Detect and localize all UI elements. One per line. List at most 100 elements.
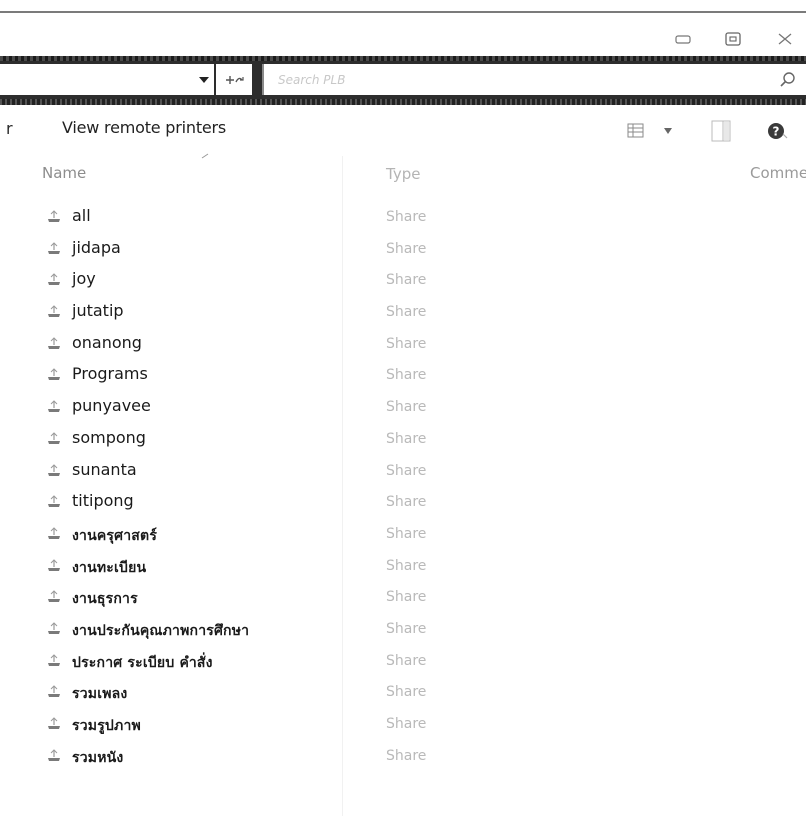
file-type: Share	[386, 272, 427, 289]
list-item[interactable]: รวมรูปภาพ Share	[0, 707, 806, 739]
shared-folder-icon	[48, 305, 60, 318]
file-type: Share	[386, 494, 427, 511]
file-type: Share	[386, 684, 427, 701]
help-button[interactable]: ?	[764, 119, 790, 143]
list-item[interactable]: jidapa Share	[0, 232, 806, 264]
shared-folder-icon	[48, 653, 60, 666]
shared-folder-icon	[48, 495, 60, 508]
close-icon	[778, 33, 792, 45]
sort-indicator-icon	[201, 153, 209, 159]
list-item[interactable]: onanong Share	[0, 327, 806, 359]
chevron-down-icon	[199, 76, 209, 83]
file-name: jidapa	[72, 237, 121, 257]
file-type: Share	[386, 620, 427, 637]
list-item[interactable]: รวมหนัง Share	[0, 739, 806, 771]
file-name: joy	[72, 269, 96, 289]
list-item[interactable]: Programs Share	[0, 358, 806, 390]
window-top-border	[0, 11, 806, 13]
file-name: punyavee	[72, 396, 151, 416]
shared-folder-icon	[48, 400, 60, 413]
minimize-button[interactable]	[668, 28, 698, 50]
search-input[interactable]	[278, 69, 748, 90]
toolbar-truncated-item[interactable]: r	[6, 119, 13, 138]
refresh-button[interactable]	[216, 64, 252, 95]
file-name: รวมหนัง	[72, 749, 124, 766]
file-name: งานธุรการ	[72, 591, 138, 608]
address-bar[interactable]	[0, 64, 214, 95]
file-type: Share	[386, 335, 427, 352]
file-name: งานประกันคุณภาพการศึกษา	[72, 622, 250, 639]
view-remote-printers-button[interactable]: View remote printers	[62, 118, 226, 137]
list-item[interactable]: sompong Share	[0, 422, 806, 454]
shared-folder-icon	[48, 527, 60, 539]
shared-folder-icon	[48, 368, 60, 381]
file-name: รวมเพลง	[72, 686, 128, 703]
shared-folder-icon	[48, 558, 60, 571]
shared-folder-icon	[48, 717, 60, 729]
file-type: Share	[386, 430, 427, 447]
file-type: Share	[386, 209, 427, 225]
file-type: Share	[386, 716, 427, 732]
maximize-button[interactable]	[718, 28, 748, 50]
column-header-name[interactable]: Name	[42, 164, 86, 182]
maximize-icon	[725, 32, 741, 46]
list-item[interactable]: all Share	[0, 200, 806, 232]
list-item[interactable]: งานทะเบียน Share	[0, 549, 806, 581]
help-icon: ?	[768, 123, 788, 139]
address-dropdown-button[interactable]	[193, 66, 215, 93]
list-item[interactable]: งานครุศาสตร์ Share	[0, 517, 806, 549]
file-name: titipong	[72, 491, 134, 511]
file-type: Share	[386, 304, 427, 321]
preview-pane-button[interactable]	[708, 119, 734, 143]
shared-folder-icon	[48, 432, 60, 444]
file-type: Share	[386, 525, 427, 542]
preview-pane-icon	[711, 120, 731, 142]
svg-text:?: ?	[773, 125, 780, 139]
shared-folder-icon	[48, 622, 60, 634]
file-name: onanong	[72, 332, 142, 352]
list-item[interactable]: งานธุรการ Share	[0, 580, 806, 612]
title-bar	[0, 0, 806, 56]
list-item[interactable]: titipong Share	[0, 485, 806, 517]
close-button[interactable]	[770, 28, 800, 50]
shared-folder-icon	[48, 685, 60, 698]
search-box[interactable]	[262, 64, 806, 95]
list-item[interactable]: jutatip Share	[0, 295, 806, 327]
shared-folder-icon	[48, 463, 60, 476]
command-bar: r View remote printers ?	[0, 108, 806, 152]
file-type: Share	[386, 462, 427, 479]
file-type: Share	[386, 747, 427, 764]
list-item[interactable]: joy Share	[0, 263, 806, 295]
file-name: Programs	[72, 364, 148, 384]
file-name: งานครุศาสตร์	[72, 527, 158, 544]
file-type: Share	[386, 367, 427, 384]
file-list: all Share jidapa Share joy Share jutatip Share o…	[0, 200, 806, 770]
list-item[interactable]: งานประกันคุณภาพการศึกษา Share	[0, 612, 806, 644]
file-name: ประกาศ ระเบียบ คำสั่ง	[72, 654, 213, 671]
list-item[interactable]: punyavee Share	[0, 390, 806, 422]
view-options-icon	[627, 123, 672, 138]
file-name: งานทะเบียน	[72, 559, 147, 576]
file-type: Share	[386, 557, 427, 574]
file-type: Share	[386, 240, 427, 257]
column-header-comment[interactable]: Comme	[750, 164, 806, 182]
shared-folder-icon	[48, 210, 60, 222]
column-header-type[interactable]: Type	[386, 165, 420, 183]
refresh-icon	[226, 75, 244, 84]
list-item[interactable]: ประกาศ ระเบียบ คำสั่ง Share	[0, 644, 806, 676]
list-item[interactable]: sunanta Share	[0, 454, 806, 486]
shared-folder-icon	[48, 337, 60, 349]
column-header-row: Name Type Comme	[0, 156, 806, 192]
list-item[interactable]: รวมเพลง Share	[0, 675, 806, 707]
change-view-button[interactable]	[624, 120, 680, 142]
shared-folder-icon	[48, 748, 60, 761]
file-type: Share	[386, 652, 427, 669]
search-icon[interactable]	[778, 70, 798, 90]
file-name: all	[72, 206, 91, 225]
file-name: sompong	[72, 427, 146, 447]
shared-folder-icon	[48, 273, 60, 286]
file-name: jutatip	[72, 301, 124, 321]
shared-folder-icon	[48, 590, 60, 603]
file-type: Share	[386, 399, 427, 416]
file-name: รวมรูปภาพ	[72, 718, 141, 734]
